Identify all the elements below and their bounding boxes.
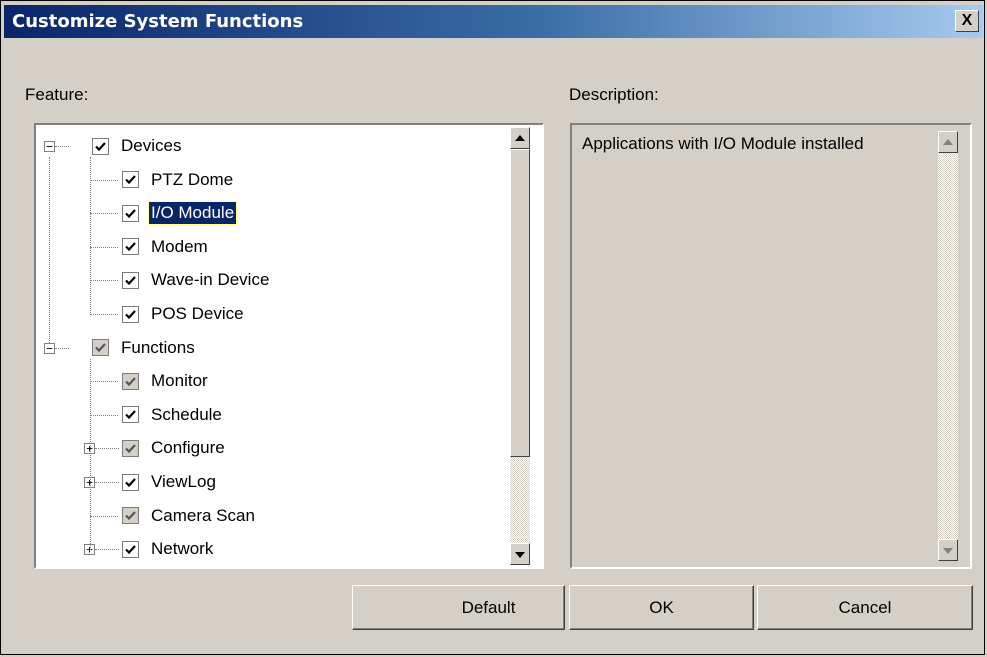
- desc-scroll-track[interactable]: [938, 153, 958, 539]
- tree-connector: [49, 157, 50, 343]
- tree-item-label[interactable]: I/O Module: [147, 201, 238, 226]
- tree-item[interactable]: Devices: [92, 131, 183, 161]
- feature-tree[interactable]: Devices − PTZ Dome I/O Module Modem Wave-in D…: [34, 123, 544, 569]
- checkbox[interactable]: [122, 271, 139, 289]
- ok-button-label: OK: [649, 597, 674, 617]
- tree-item-label[interactable]: Functions: [119, 337, 197, 359]
- cancel-button[interactable]: Cancel: [757, 585, 973, 630]
- title-bar[interactable]: Customize System Functions X: [4, 5, 983, 38]
- tree-connector: [55, 347, 69, 349]
- checkbox[interactable]: [92, 137, 109, 155]
- tree-connector: [55, 146, 69, 147]
- checkbox[interactable]: [122, 507, 139, 525]
- tree-item-label[interactable]: Wave-in Device: [149, 269, 271, 291]
- checkbox[interactable]: [122, 473, 139, 491]
- tree-connector: [95, 549, 119, 551]
- tree-item-label[interactable]: Monitor: [149, 370, 210, 392]
- description-box: Applications with I/O Module installed: [570, 123, 972, 569]
- tree-item-label[interactable]: PTZ Dome: [149, 169, 235, 191]
- tree-connector: [90, 246, 118, 248]
- tree-item[interactable]: ViewLog: [122, 467, 218, 497]
- arrow-up-icon: [943, 139, 953, 145]
- arrow-down-icon: [943, 548, 953, 554]
- checkbox[interactable]: [122, 406, 139, 424]
- tree-item[interactable]: PTZ Dome: [122, 165, 235, 195]
- tree-item[interactable]: I/O Module: [122, 198, 238, 228]
- checkbox[interactable]: [122, 372, 139, 390]
- default-button[interactable]: Default: [352, 585, 565, 630]
- close-button[interactable]: X: [955, 10, 979, 32]
- dialog-window: Customize System Functions X Feature: De…: [0, 0, 985, 655]
- tree-item-label[interactable]: Schedule: [149, 404, 224, 426]
- tree-connector: [95, 448, 119, 450]
- tree-item[interactable]: Configure: [122, 433, 227, 463]
- tree-item[interactable]: Modem: [122, 232, 210, 262]
- checkbox[interactable]: [122, 439, 139, 457]
- tree-item[interactable]: POS Device: [122, 299, 246, 329]
- tree-item-label[interactable]: Modem: [149, 236, 210, 258]
- close-icon: X: [961, 12, 973, 29]
- tree-item[interactable]: Functions: [92, 333, 197, 363]
- tree-connector: [90, 179, 118, 181]
- scroll-up-button[interactable]: [510, 127, 530, 149]
- scroll-down-button[interactable]: [510, 543, 530, 565]
- tree-item-label[interactable]: Camera Scan: [149, 505, 257, 527]
- scroll-thumb[interactable]: [510, 149, 530, 457]
- checkbox[interactable]: [122, 204, 139, 222]
- window-title: Customize System Functions: [12, 11, 304, 32]
- feature-scrollbar[interactable]: [510, 127, 530, 565]
- checkbox[interactable]: [122, 305, 139, 323]
- checkbox[interactable]: [122, 540, 139, 558]
- default-button-label: Default: [461, 597, 516, 617]
- tree-connector: [90, 515, 118, 517]
- tree-connector: [90, 280, 118, 282]
- tree-connector: [90, 414, 118, 416]
- description-text: Applications with I/O Module installed: [582, 134, 864, 153]
- tree-item[interactable]: Camera Scan: [122, 501, 257, 531]
- tree-connector: [90, 213, 118, 215]
- collapse-icon[interactable]: −: [44, 141, 55, 152]
- tree-connector: [90, 381, 118, 383]
- tree-item-label[interactable]: Configure: [149, 437, 227, 459]
- tree-connector: [90, 314, 118, 315]
- tree-item-label[interactable]: POS Device: [149, 303, 246, 325]
- collapse-icon[interactable]: −: [44, 342, 55, 354]
- desc-scroll-down-button[interactable]: [938, 539, 958, 561]
- tree-item[interactable]: Schedule: [122, 400, 224, 430]
- checkbox[interactable]: [122, 238, 139, 256]
- arrow-up-icon: [515, 135, 525, 141]
- description-scrollbar[interactable]: [938, 131, 958, 561]
- tree-item-label[interactable]: Network: [149, 538, 215, 560]
- tree-item[interactable]: Monitor: [122, 366, 210, 396]
- tree-connector: [95, 482, 119, 483]
- tree-connector: [90, 157, 91, 315]
- tree-item-label[interactable]: ViewLog: [149, 471, 218, 493]
- feature-label: Feature:: [25, 85, 89, 104]
- tree-connector: [90, 358, 91, 551]
- tree-item[interactable]: Network: [122, 534, 215, 564]
- tree-item[interactable]: Wave-in Device: [122, 265, 271, 295]
- ok-button[interactable]: OK: [569, 585, 754, 630]
- tree-item-label[interactable]: Devices: [119, 135, 183, 157]
- description-label: Description:: [569, 85, 659, 104]
- arrow-down-icon: [515, 552, 525, 558]
- desc-scroll-up-button[interactable]: [938, 131, 958, 153]
- checkbox[interactable]: [92, 339, 109, 357]
- checkbox[interactable]: [122, 171, 139, 189]
- cancel-button-label: Cancel: [838, 597, 892, 617]
